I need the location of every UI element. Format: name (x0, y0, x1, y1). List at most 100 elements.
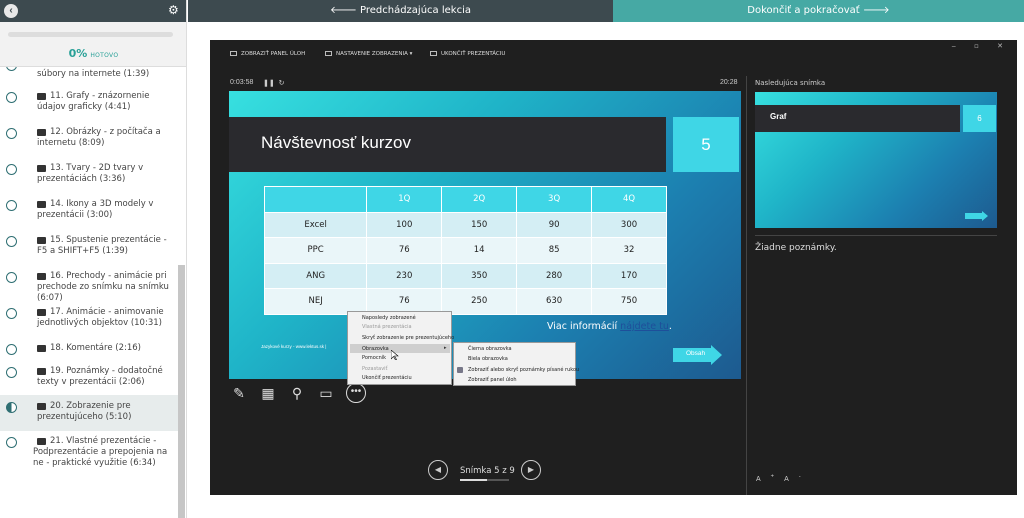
submenu-white-screen[interactable]: Biela obrazovka (468, 356, 508, 362)
table-cell: 76 (366, 237, 443, 264)
gear-icon[interactable]: ⚙ (168, 3, 179, 17)
pen-icon[interactable]: ✎ (229, 383, 249, 403)
display-settings-button[interactable]: NASTAVENIE ZOBRAZENIA ▾ (325, 51, 412, 57)
table-cell: 300 (591, 211, 667, 238)
lesson-item[interactable]: súbory na internete (1:39) (0, 67, 178, 83)
submenu-black-screen[interactable]: Čierna obrazovka (468, 346, 512, 352)
lesson-title: 14. Ikony a 3D modely v prezentácii (3:0… (37, 199, 154, 220)
next-slide-label: Nasledujúca snímka (755, 79, 826, 87)
lesson-title: súbory na internete (1:39) (37, 69, 150, 79)
decrease-font-icon[interactable]: A- (784, 474, 811, 483)
menu-item-screen[interactable]: Obrazovka (362, 346, 389, 352)
increase-font-icon[interactable]: A+ (756, 474, 784, 483)
end-slideshow-label: UKONČIŤ PREZENTÁCIU (441, 51, 506, 57)
lesson-item[interactable]: 13. Tvary - 2D tvary v prezentáciách (3:… (0, 161, 178, 196)
display-icon (325, 51, 332, 56)
slide-progress-bar (460, 479, 509, 481)
lesson-title: 20. Zobrazenie pre prezentujúceho (5:10) (37, 401, 132, 422)
presenter-toolbar: ZOBRAZIŤ PANEL ÚLOH NASTAVENIE ZOBRAZENI… (210, 40, 1017, 68)
lesson-title: 19. Poznámky - dodatočné texty v prezent… (37, 366, 163, 387)
timer-controls[interactable]: ❚❚ ↻ (263, 79, 285, 87)
presenter-view: ZOBRAZIŤ PANEL ÚLOH NASTAVENIE ZOBRAZENI… (210, 40, 1017, 495)
speaker-notes: Žiadne poznámky. (755, 243, 837, 253)
lesson-title: 18. Komentáre (2:16) (50, 343, 141, 353)
lesson-item-active[interactable]: 20. Zobrazenie pre prezentujúceho (5:10) (0, 395, 178, 431)
lesson-title: 15. Spustenie prezentácie - F5 a SHIFT+F… (37, 235, 167, 256)
table-header-row: 1Q 2Q 3Q 4Q (263, 186, 667, 213)
lesson-title: 17. Animácie - animovanie jednotlivých o… (37, 307, 164, 328)
table-header: 4Q (591, 186, 667, 213)
table-cell: 170 (591, 262, 667, 289)
table-header: 1Q (366, 186, 443, 213)
table-row: PPC 76 14 85 32 (263, 237, 667, 264)
reset-icon[interactable]: ↻ (279, 80, 285, 87)
complete-continue-button[interactable]: Dokončiť a pokračovať 🡒 (613, 0, 1024, 22)
panel-divider[interactable] (746, 76, 747, 495)
lesson-title: 16. Prechody - animácie pri prechode zo … (37, 271, 169, 303)
slide-title: Návštevnosť kurzov (261, 133, 411, 152)
table-cell: Excel (263, 211, 368, 238)
font-size-controls: A+A- (756, 474, 811, 483)
previous-slide-button[interactable]: ◀ (428, 460, 448, 480)
lesson-item[interactable]: 11. Grafy - znázornenie údajov graficky … (0, 89, 178, 124)
clock: 20:28 (720, 79, 738, 86)
table-cell: 250 (441, 288, 518, 315)
lesson-status-icon (6, 402, 17, 413)
contents-button[interactable]: Obsah (673, 345, 723, 365)
slide-footer: Jazykové kurzy - www.lektus.sk | (261, 344, 327, 349)
next-slide-title: Graf (770, 112, 787, 121)
lesson-status-icon (6, 344, 17, 355)
next-slide-number: 6 (963, 105, 996, 132)
zoom-icon[interactable]: ⚲ (287, 383, 307, 403)
black-screen-icon[interactable]: ▭ (316, 383, 336, 403)
table-cell: 750 (591, 288, 667, 315)
back-icon[interactable]: ‹ (4, 4, 18, 18)
table-cell: 32 (591, 237, 667, 264)
lesson-status-icon (6, 200, 17, 211)
lesson-item[interactable]: 15. Spustenie prezentácie - F5 a SHIFT+F… (0, 233, 178, 268)
table-cell: 90 (516, 211, 593, 238)
next-slide-button[interactable]: ▶ (521, 460, 541, 480)
lesson-item[interactable]: 17. Animácie - animovanie jednotlivých o… (0, 305, 178, 340)
menu-item-custom-show[interactable]: Vlastná prezentácia (362, 324, 412, 330)
more-info-label: Viac informácií (547, 321, 618, 332)
lesson-item[interactable]: 16. Prechody - animácie pri prechode zo … (0, 269, 178, 304)
more-info-link[interactable]: nájdete tu (620, 321, 669, 332)
notes-separator (755, 235, 997, 236)
more-options-icon[interactable]: ••• (346, 383, 366, 403)
course-progress: 0% HOTOVO (0, 22, 186, 67)
menu-item-help[interactable]: Pomocník (362, 355, 386, 361)
pause-icon[interactable]: ❚❚ (263, 80, 275, 87)
previous-lesson-button[interactable]: 🡐 Predchádzajúca lekcia (188, 0, 613, 22)
table-cell: 350 (441, 262, 518, 289)
lesson-item[interactable]: 18. Komentáre (2:16) (0, 341, 178, 363)
progress-bar (8, 32, 173, 37)
lesson-item[interactable]: 14. Ikony a 3D modely v prezentácii (3:0… (0, 197, 178, 232)
lesson-item[interactable]: 19. Poznámky - dodatočné texty v prezent… (0, 364, 178, 399)
arrow-left-icon: 🡐 (330, 5, 360, 16)
end-slideshow-button[interactable]: UKONČIŤ PREZENTÁCIU (430, 51, 505, 57)
table-row: Excel 100 150 90 300 (263, 211, 667, 238)
lesson-title: 11. Grafy - znázornenie údajov graficky … (37, 91, 150, 112)
context-menu: Naposledy zobrazené Vlastná prezentácia … (347, 311, 454, 385)
show-taskbar-button[interactable]: ZOBRAZIŤ PANEL ÚLOH (230, 51, 305, 57)
lesson-title: 21. Vlastné prezentácie - Podprezentácie… (33, 436, 168, 468)
menu-item-last-viewed[interactable]: Naposledy zobrazené (362, 315, 416, 321)
submenu-toggle-ink[interactable]: Zobraziť alebo skryť poznámky písané ruk… (468, 367, 579, 373)
next-slide-preview[interactable]: Graf 6 (755, 92, 997, 228)
slide-table: 1Q 2Q 3Q 4Q Excel 100 150 90 300 PPC 76 … (263, 186, 667, 315)
show-taskbar-label: ZOBRAZIŤ PANEL ÚLOH (241, 51, 306, 57)
all-slides-icon[interactable]: ▦ (258, 383, 278, 403)
submenu-show-taskbar[interactable]: Zobraziť panel úloh (468, 377, 517, 383)
current-slide[interactable]: Návštevnosť kurzov 5 1Q 2Q 3Q 4Q Excel 1… (229, 91, 741, 379)
ink-icon (457, 367, 463, 373)
lesson-status-icon (6, 67, 17, 71)
lesson-item[interactable]: 12. Obrázky - z počítača a internetu (8:… (0, 125, 178, 160)
menu-item-pause[interactable]: Pozastaviť (362, 366, 388, 372)
sidebar-scrollbar[interactable] (178, 265, 185, 518)
window-controls[interactable]: ‒ ▫ ✕ (951, 42, 1011, 50)
slide-number: 5 (673, 117, 739, 172)
lesson-item[interactable]: 21. Vlastné prezentácie - Podprezentácie… (0, 434, 178, 484)
menu-item-end-show[interactable]: Ukončiť prezentáciu (362, 375, 412, 381)
menu-item-hide-presenter-view[interactable]: Skryť zobrazenie pre prezentujúceho (362, 335, 454, 341)
